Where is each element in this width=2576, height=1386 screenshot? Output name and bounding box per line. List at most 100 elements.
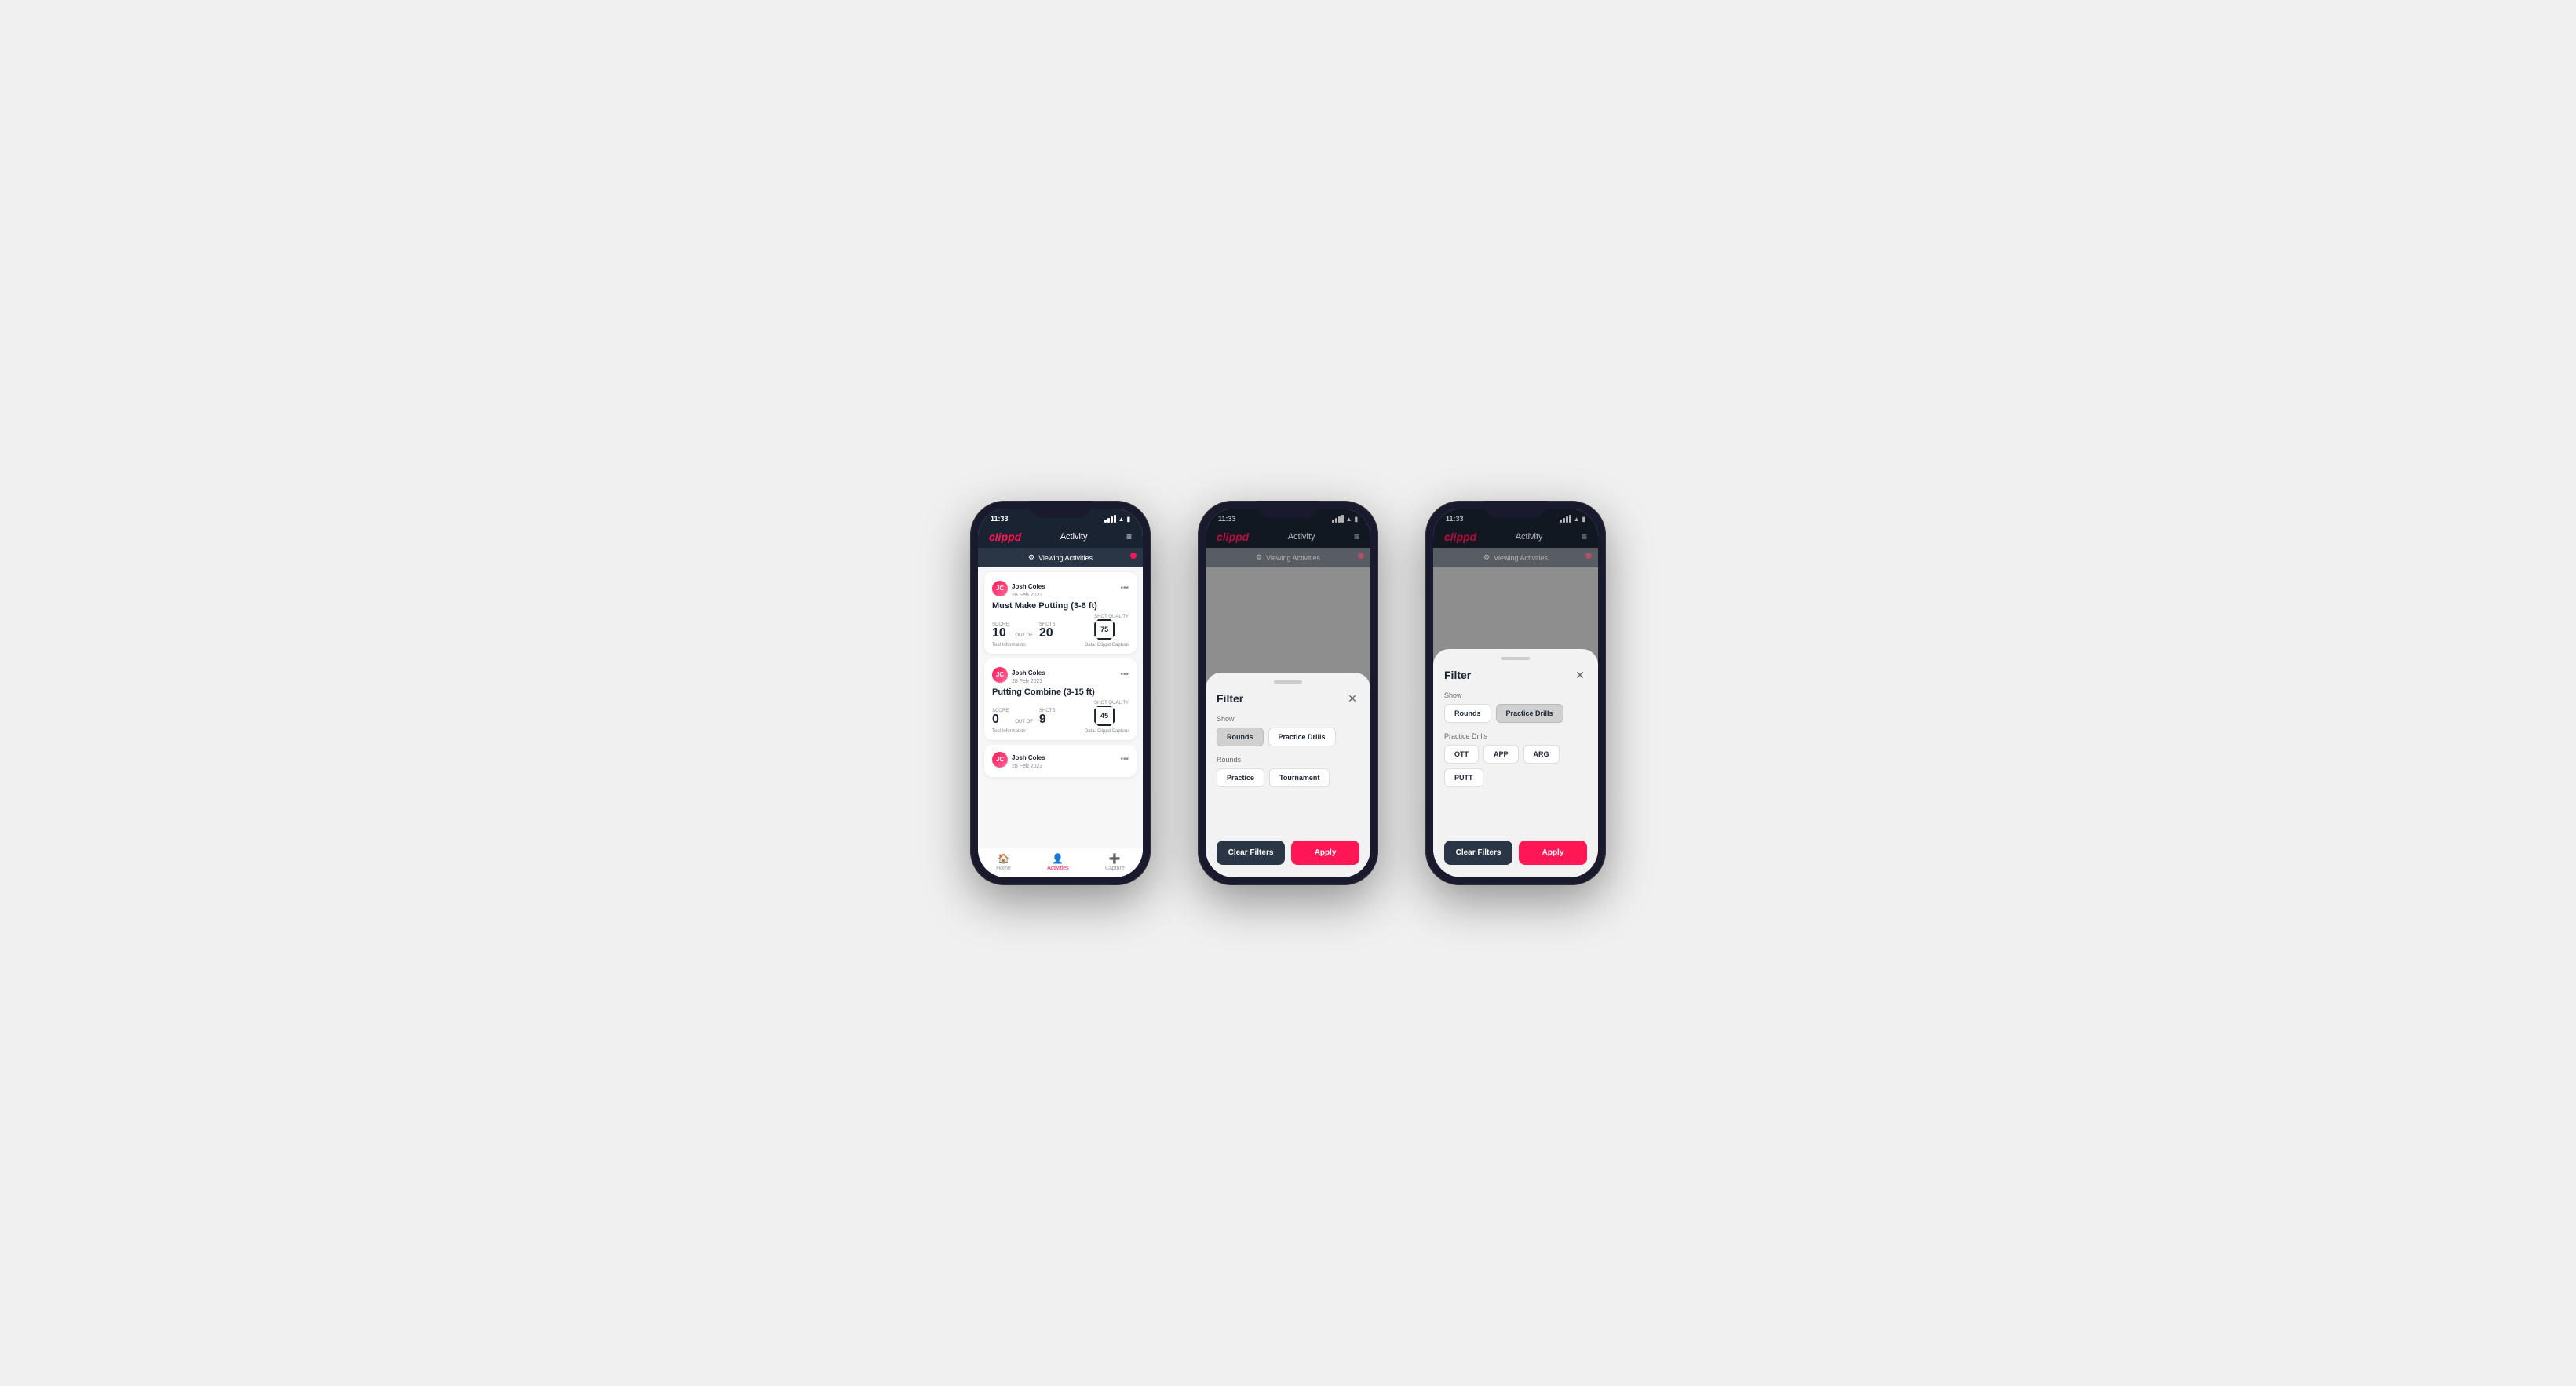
activity-card-1[interactable]: JC Josh Coles 28 Feb 2023 ••• Must Make … [984, 572, 1137, 654]
phone-2: 11:33 ▲ ▮ clippd Activity [1198, 501, 1378, 885]
apply-btn-3[interactable]: Apply [1519, 841, 1587, 865]
home-icon: 🏠 [998, 853, 1009, 864]
out-of-1: OUT OF [1015, 633, 1033, 638]
filter-handle-3 [1501, 657, 1530, 660]
user-date-2: 28 Feb 2023 [1012, 679, 1045, 684]
activity-title-2: Putting Combine (3-15 ft) [992, 688, 1129, 697]
spacer-3 [1444, 797, 1587, 828]
notch-3 [1484, 501, 1547, 518]
dots-menu-1[interactable]: ••• [1120, 584, 1129, 593]
filter-title-2: Filter [1217, 692, 1243, 705]
practice-drills-btn-2[interactable]: Practice Drills [1268, 728, 1336, 746]
data-source-2: Data: Clippd Capture [1085, 729, 1129, 734]
spacer-2 [1217, 797, 1359, 828]
arg-btn-3[interactable]: ARG [1523, 745, 1560, 764]
user-name-3: Josh Coles [1012, 754, 1045, 761]
avatar-2: JC [992, 667, 1008, 683]
phone-2-screen: 11:33 ▲ ▮ clippd Activity [1206, 509, 1370, 877]
card-footer-1: Test Information Data: Clippd Capture [992, 643, 1129, 647]
time-1: 11:33 [991, 515, 1009, 523]
rounds-buttons-2: Practice Tournament [1217, 768, 1359, 787]
stats-row-1: Score 10 OUT OF Shots 20 Shot Quality 75 [992, 615, 1129, 640]
nav-title-1: Activity [1060, 532, 1088, 542]
nav-item-capture[interactable]: ➕ Capture [1105, 853, 1125, 871]
shot-quality-2: 45 [1094, 706, 1115, 726]
close-btn-2[interactable]: ✕ [1345, 691, 1359, 706]
apply-btn-2[interactable]: Apply [1291, 841, 1359, 865]
filter-header-3: Filter ✕ [1444, 668, 1587, 682]
rounds-label-2: Rounds [1217, 756, 1359, 764]
user-info-1: JC Josh Coles 28 Feb 2023 [992, 578, 1045, 598]
clear-filters-btn-2[interactable]: Clear Filters [1217, 841, 1285, 865]
activity-card-2[interactable]: JC Josh Coles 28 Feb 2023 ••• Putting Co… [984, 658, 1137, 740]
stats-row-2: Score 0 OUT OF Shots 9 Shot Quality 45 [992, 701, 1129, 726]
filter-actions-2: Clear Filters Apply [1217, 841, 1359, 865]
user-date-3: 28 Feb 2023 [1012, 764, 1045, 769]
home-label: Home [996, 866, 1011, 871]
user-info-2: JC Josh Coles 28 Feb 2023 [992, 665, 1045, 684]
dots-menu-3[interactable]: ••• [1120, 755, 1129, 764]
rounds-btn-2[interactable]: Rounds [1217, 728, 1264, 746]
activities-label: Activities [1047, 866, 1069, 871]
show-label-2: Show [1217, 715, 1359, 723]
status-icons-1: ▲ ▮ [1104, 515, 1130, 523]
phone-3-screen: 11:33 ▲ ▮ clippd Activity [1433, 509, 1598, 877]
menu-icon-1[interactable]: ≡ [1126, 531, 1132, 542]
notch-2 [1257, 501, 1319, 518]
signal-4 [1114, 515, 1116, 523]
data-source-1: Data: Clippd Capture [1085, 643, 1129, 647]
score-value-1: 10 [992, 627, 1009, 640]
phones-container: 11:33 ▲ ▮ clippd Act [970, 501, 1606, 885]
practice-drills-btn-3[interactable]: Practice Drills [1496, 704, 1563, 723]
filter-actions-3: Clear Filters Apply [1444, 841, 1587, 865]
viewing-bar-1[interactable]: ⚙ Viewing Activities [978, 548, 1143, 567]
show-buttons-2: Rounds Practice Drills [1217, 728, 1359, 746]
show-label-3: Show [1444, 691, 1587, 699]
filter-header-2: Filter ✕ [1217, 691, 1359, 706]
rounds-btn-3[interactable]: Rounds [1444, 704, 1491, 723]
user-date-1: 28 Feb 2023 [1012, 593, 1045, 598]
user-info-3: JC Josh Coles 28 Feb 2023 [992, 750, 1045, 769]
signal-2 [1107, 518, 1110, 523]
sq-label-2: Shot Quality [1094, 701, 1129, 706]
app-btn-3[interactable]: APP [1483, 745, 1519, 764]
test-info-2: Test Information [992, 729, 1026, 734]
drills-label-3: Practice Drills [1444, 732, 1587, 740]
activities-icon: 👤 [1052, 853, 1064, 864]
test-info-1: Test Information [992, 643, 1026, 647]
filter-icon-1: ⚙ [1028, 553, 1034, 562]
nav-bar-1: clippd Activity ≡ [978, 526, 1143, 548]
putt-btn-3[interactable]: PUTT [1444, 768, 1483, 787]
phone-3: 11:33 ▲ ▮ clippd Activity [1425, 501, 1606, 885]
viewing-dot-1 [1130, 553, 1137, 559]
signal-1 [1104, 520, 1107, 523]
tournament-btn-2[interactable]: Tournament [1269, 768, 1330, 787]
clear-filters-btn-3[interactable]: Clear Filters [1444, 841, 1512, 865]
filter-sheet-3: Filter ✕ Show Rounds Practice Drills Pra… [1433, 649, 1598, 877]
signal-3 [1111, 516, 1113, 523]
practice-type-btn-2[interactable]: Practice [1217, 768, 1264, 787]
nav-item-home[interactable]: 🏠 Home [996, 853, 1011, 871]
user-name-1: Josh Coles [1012, 583, 1045, 590]
sq-label-1: Shot Quality [1094, 615, 1129, 619]
show-buttons-3: Rounds Practice Drills [1444, 704, 1587, 723]
shots-value-1: 20 [1039, 627, 1056, 640]
card-footer-2: Test Information Data: Clippd Capture [992, 729, 1129, 734]
avatar-1: JC [992, 581, 1008, 596]
phone-1-screen: 11:33 ▲ ▮ clippd Act [978, 509, 1143, 877]
dots-menu-2[interactable]: ••• [1120, 670, 1129, 679]
nav-item-activities[interactable]: 👤 Activities [1047, 853, 1069, 871]
close-btn-3[interactable]: ✕ [1573, 668, 1587, 682]
wifi-icon: ▲ [1118, 516, 1125, 523]
phone-1: 11:33 ▲ ▮ clippd Act [970, 501, 1151, 885]
avatar-3: JC [992, 752, 1008, 768]
score-value-2: 0 [992, 713, 1009, 726]
out-of-2: OUT OF [1015, 720, 1033, 724]
logo-1: clippd [989, 531, 1021, 543]
battery-icon: ▮ [1127, 516, 1130, 523]
content-1: JC Josh Coles 28 Feb 2023 ••• Must Make … [978, 567, 1143, 848]
activity-card-3[interactable]: JC Josh Coles 28 Feb 2023 ••• [984, 745, 1137, 777]
ott-btn-3[interactable]: OTT [1444, 745, 1479, 764]
filter-title-3: Filter [1444, 669, 1471, 681]
capture-icon: ➕ [1109, 853, 1121, 864]
